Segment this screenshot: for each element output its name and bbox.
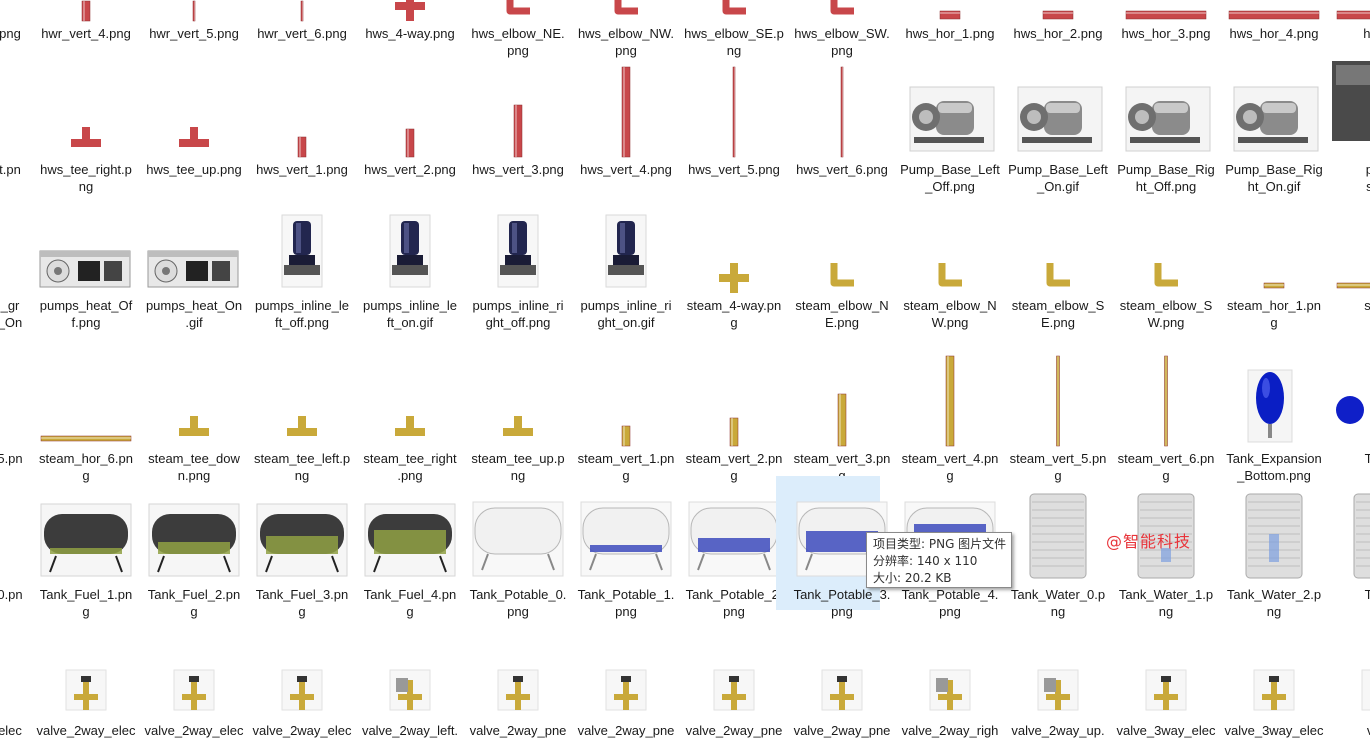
file-name-label: steam_elbow_S E.png xyxy=(1011,298,1105,330)
file-name-label: Pump_Base_Left _On.gif xyxy=(1008,162,1108,194)
file-name-label: steam_tee_dow n.png xyxy=(148,451,240,483)
file-name-label: valve_2way_pne xyxy=(793,723,891,738)
file-name-label: Tank_Water_2.p ng xyxy=(1226,587,1322,619)
file-name-label: Tank_Potable_4. png xyxy=(901,587,999,619)
tooltip-resolution: 分辨率: 140 x 110 xyxy=(873,554,978,568)
file-name-label: hwr_vert_5.png xyxy=(149,26,239,41)
file-name-label: pumps_inline_ri ght_on.gif xyxy=(580,298,672,330)
file-name-label: steam_vert_2.pn g xyxy=(685,451,783,483)
file-name-label: valve_2way_left. xyxy=(361,723,459,738)
file-name-label: steam_tee_right .png xyxy=(363,451,457,483)
file-name-label: steam_4-way.pn g xyxy=(686,298,782,330)
file-name-label: hws_vert_3.png xyxy=(472,162,564,177)
file-name-label: valve_2way_pne xyxy=(685,723,783,738)
file-name-label: steam_elbow_N E.png xyxy=(795,298,889,330)
file-name-label: Tank_ _Le xyxy=(1364,451,1370,466)
file-name-label: hws_tee_up.png xyxy=(146,162,242,177)
file-name-label: Tank_Water_0.p ng xyxy=(1010,587,1106,619)
file-name-label: pump sourc xyxy=(1365,162,1370,194)
file-info-tooltip: 项目类型: PNG 图片文件 分辨率: 140 x 110 大小: 20.2 K… xyxy=(866,532,1012,588)
file-name-label: steam_vert_1.pn g xyxy=(577,451,675,483)
file-name-label: steam_hor_6.pn g xyxy=(39,451,133,483)
file-name-label: pumps_inline_le ft_off.png xyxy=(255,298,349,330)
file-name-label: valve_2way_up. xyxy=(1011,723,1105,738)
file-name-label: Pump_Base_Rig ht_Off.png xyxy=(1117,162,1215,194)
file-name-label: steam_tee_up.p ng xyxy=(471,451,565,483)
file-name-label: Tank_Water_1.p ng xyxy=(1118,587,1214,619)
file-name-label: steam_elbow_S W.png xyxy=(1119,298,1213,330)
file-name-label: hws_tee_right.p ng xyxy=(40,162,132,194)
file-name-label: Tank_Fuel_2.pn g xyxy=(147,587,241,619)
file-name-label: valve_2way_elec xyxy=(36,723,136,738)
file-name-label: hws_elbow_SW. png xyxy=(794,26,890,58)
file-name-label: hws_vert_4.png xyxy=(580,162,672,177)
file-name-label: valve_2way_elec xyxy=(252,723,352,738)
file-name-label: Pump_Base_Rig ht_On.gif xyxy=(1225,162,1323,194)
file-name-label: Tank_Fuel_4.pn g xyxy=(363,587,457,619)
file-name-label: steam_tee_left.p ng xyxy=(253,451,351,483)
watermark-text: @智能科技 xyxy=(1106,532,1192,551)
file-name-label: pumps_heat_On .gif xyxy=(145,298,243,330)
file-name-label: hws_4-way.png xyxy=(365,26,455,41)
file-name-label: valve_3way_elec xyxy=(1224,723,1324,738)
file-name-label: valve_2way_pne xyxy=(469,723,567,738)
file-name-label: hws_elbow_NE. png xyxy=(471,26,565,58)
file-icon-grid: png hwr_vert_4.png hwr_vert_5.png hwr_vert_… xyxy=(0,0,1370,742)
file-name-label: valve xyxy=(1326,722,1370,739)
file-name-label: hws_hor_2.png xyxy=(1013,26,1103,41)
file-name-label: Pump_Base_Left _Off.png xyxy=(900,162,1000,194)
file-name-label: pumps_heat_Of f.png xyxy=(39,298,133,330)
file-name-label: Tank_Potable_3. png xyxy=(793,587,891,619)
file-name-label: valve_3way_elec xyxy=(1116,723,1216,738)
file-name-label: valve_2way_elec xyxy=(144,723,244,738)
file-name-label: steam_hor_1.pn g xyxy=(1227,298,1321,330)
tooltip-type: 项目类型: PNG 图片文件 xyxy=(873,537,1007,551)
file-name-label: hwr_vert_6.png xyxy=(257,26,347,41)
file-name-label: hws_elbow_NW. png xyxy=(577,26,675,58)
file-name-label: hws_hor_4.png xyxy=(1229,26,1319,41)
file-name-label: hws_vert_2.png xyxy=(364,162,456,177)
file-name-label: Tank_Fuel_3.pn g xyxy=(255,587,349,619)
file-name-label: hws_vert_6.png xyxy=(796,162,888,177)
file-name-label: Tank_Fuel_1.pn g xyxy=(39,587,133,619)
file-name-label: Tank_ xyxy=(1364,587,1370,602)
file-name-label: steam_vert_5.pn g xyxy=(1009,451,1107,483)
file-name-label: valve_2way_pne xyxy=(577,723,675,738)
file-name-label: hws_elbow_SE.p ng xyxy=(684,26,784,58)
file-name-label: hws_hor_1.png xyxy=(905,26,995,41)
file-name-label: pumps_inline_ri ght_off.png xyxy=(472,298,564,330)
tooltip-size: 大小: 20.2 KB xyxy=(873,571,952,585)
file-name-label: hws_vert_1.png xyxy=(256,162,348,177)
file-name-label: steam_vert_4.pn g xyxy=(901,451,999,483)
file-name-label: steam_elbow_N W.png xyxy=(903,298,997,330)
file-name-label: pumps_inline_le ft_on.gif xyxy=(363,298,457,330)
file-name-label: steam xyxy=(1364,298,1370,313)
file-name-label: steam_vert_6.pn g xyxy=(1117,451,1215,483)
file-name-label: Tank_Potable_0. png xyxy=(469,587,567,619)
file-name-label: Tank_Potable_1. png xyxy=(577,587,675,619)
file-name-label: hwr_vert_4.png xyxy=(41,26,131,41)
file-name-label: hws_hor_3.png xyxy=(1121,26,1211,41)
file-name-label: Tank_Expansion _Bottom.png xyxy=(1226,451,1322,483)
file-name-label: Tank_Potable_2. png xyxy=(685,587,783,619)
file-name-label: valve_2way_righ xyxy=(901,723,999,738)
file-name-label: hws_vert_5.png xyxy=(688,162,780,177)
file-name-label: hws_h xyxy=(1363,26,1370,41)
